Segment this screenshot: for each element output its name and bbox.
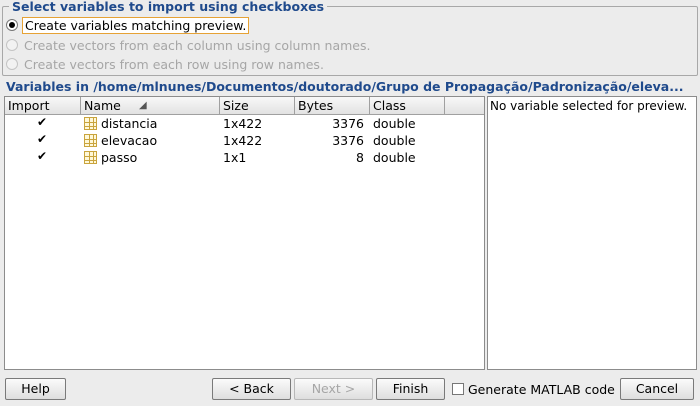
sort-ascending-icon: ◢	[139, 100, 147, 111]
variable-name: passo	[101, 150, 138, 165]
column-header-size[interactable]: Size	[220, 97, 295, 115]
size-cell: 1x422	[223, 116, 263, 131]
variables-section-title: Variables in /home/mlnunes/Documentos/do…	[6, 80, 684, 94]
name-cell: distancia	[81, 116, 220, 131]
next-button[interactable]: Next >	[294, 378, 373, 400]
finish-button[interactable]: Finish	[376, 378, 445, 400]
radio-label-vectors-columns: Create vectors from each column using co…	[24, 37, 371, 53]
radio-vectors-rows[interactable]: Create vectors from each row using row n…	[6, 55, 326, 73]
matrix-variable-icon	[84, 134, 97, 147]
radio-button[interactable]	[6, 39, 18, 51]
import-checkbox-checked[interactable]	[37, 149, 48, 163]
import-options-title: Select variables to import using checkbo…	[9, 0, 328, 14]
radio-label-vectors-rows: Create vectors from each row using row n…	[24, 56, 324, 72]
class-cell: double	[373, 150, 416, 165]
import-cell	[5, 149, 81, 163]
name-cell: passo	[81, 150, 220, 165]
class-cell: double	[373, 133, 416, 148]
radio-create-variables[interactable]: Create variables matching preview.	[6, 16, 250, 34]
back-button[interactable]: < Back	[212, 378, 291, 400]
radio-button[interactable]	[6, 58, 18, 70]
generate-code-option[interactable]: Generate MATLAB code	[452, 381, 615, 397]
preview-panel: No variable selected for preview.	[487, 96, 697, 370]
cancel-button[interactable]: Cancel	[620, 378, 694, 400]
table-row[interactable]: distancia 1x422 3376 double	[5, 115, 484, 132]
matrix-variable-icon	[84, 117, 97, 130]
table-body: distancia 1x422 3376 double elevacao 1x4…	[5, 115, 484, 166]
table-row[interactable]: passo 1x1 8 double	[5, 149, 484, 166]
table-header: Import Name ◢ Size Bytes Class	[5, 97, 484, 115]
radio-label-create-variables: Create variables matching preview.	[22, 16, 250, 34]
matrix-variable-icon	[84, 151, 97, 164]
radio-vectors-columns[interactable]: Create vectors from each column using co…	[6, 36, 372, 54]
column-header-import[interactable]: Import	[5, 97, 81, 115]
size-cell: 1x422	[223, 133, 263, 148]
import-checkbox-checked[interactable]	[37, 132, 48, 146]
variables-table: Import Name ◢ Size Bytes Class distancia…	[4, 96, 485, 370]
bytes-cell: 3376	[332, 133, 364, 148]
name-cell: elevacao	[81, 133, 220, 148]
import-cell	[5, 115, 81, 129]
generate-code-label: Generate MATLAB code	[468, 381, 615, 397]
variable-name: distancia	[101, 116, 158, 131]
class-cell: double	[373, 116, 416, 131]
help-button[interactable]: Help	[5, 378, 66, 400]
import-cell	[5, 132, 81, 146]
import-checkbox-checked[interactable]	[37, 115, 48, 129]
radio-button-checked[interactable]	[6, 19, 18, 31]
column-header-name[interactable]: Name ◢	[81, 97, 220, 115]
table-row[interactable]: elevacao 1x422 3376 double	[5, 132, 484, 149]
column-header-bytes[interactable]: Bytes	[295, 97, 370, 115]
preview-text: No variable selected for preview.	[490, 99, 688, 113]
bytes-cell: 3376	[332, 116, 364, 131]
bytes-cell: 8	[356, 150, 364, 165]
generate-code-checkbox[interactable]	[452, 383, 464, 395]
column-header-class[interactable]: Class	[370, 97, 445, 115]
import-options-group: Select variables to import using checkbo…	[2, 0, 698, 76]
column-header-name-label: Name	[84, 98, 121, 113]
size-cell: 1x1	[223, 150, 247, 165]
variable-name: elevacao	[101, 133, 158, 148]
column-header-filler	[445, 97, 484, 115]
